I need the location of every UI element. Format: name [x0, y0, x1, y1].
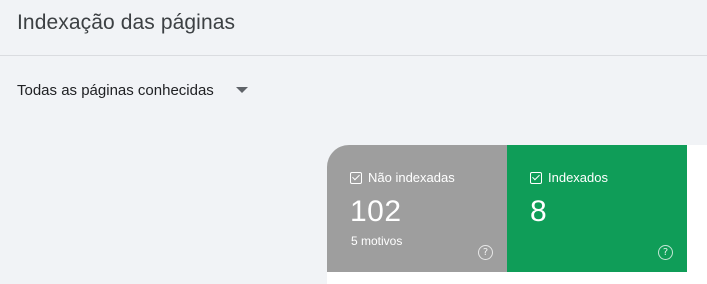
- card-spacer: [687, 145, 707, 272]
- not-indexed-label: Não indexadas: [368, 170, 455, 185]
- indexed-label: Indexados: [548, 170, 608, 185]
- page-filter-dropdown[interactable]: Todas as páginas conhecidas: [17, 79, 248, 101]
- arrow-drop-down-icon: [235, 87, 248, 93]
- indexed-card[interactable]: Indexados 8 ?: [507, 145, 687, 272]
- not-indexed-reasons: 5 motivos: [351, 234, 403, 248]
- help-icon[interactable]: ?: [478, 245, 493, 260]
- divider: [0, 55, 707, 56]
- indexed-count: 8: [530, 195, 548, 228]
- page-title: Indexação das páginas: [17, 11, 236, 34]
- filter-label: Todas as páginas conhecidas: [17, 81, 214, 99]
- index-status-cards: Não indexadas 102 5 motivos ? Indexados …: [327, 145, 707, 284]
- not-indexed-card[interactable]: Não indexadas 102 5 motivos ?: [327, 145, 507, 272]
- not-indexed-checkbox-icon[interactable]: [350, 171, 362, 184]
- not-indexed-count: 102: [350, 195, 402, 228]
- indexed-checkbox-icon[interactable]: [530, 171, 542, 184]
- help-icon[interactable]: ?: [658, 245, 673, 260]
- indexed-header: Indexados: [530, 170, 608, 185]
- not-indexed-header: Não indexadas: [350, 170, 455, 185]
